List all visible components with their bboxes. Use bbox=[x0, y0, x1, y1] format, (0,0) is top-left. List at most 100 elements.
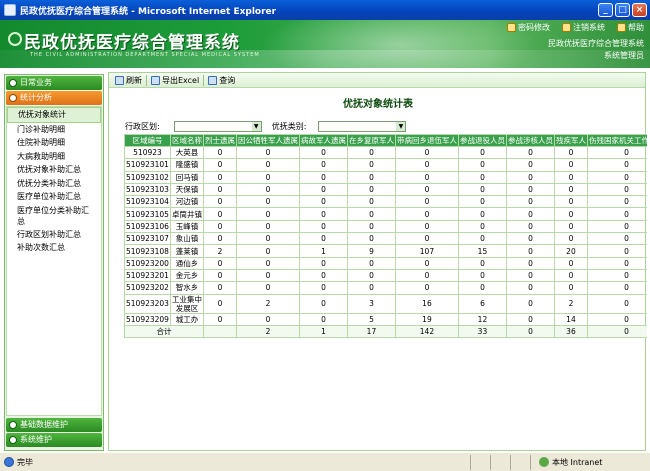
table-cell: 0 bbox=[586, 244, 647, 258]
table-cell: 0 bbox=[235, 281, 300, 295]
table-cell: 0 bbox=[235, 182, 300, 197]
help-link[interactable]: 帮助 bbox=[617, 22, 644, 33]
table-cell: 12 bbox=[457, 312, 507, 326]
export-excel-button[interactable]: 导出Excel bbox=[151, 75, 199, 86]
table-cell: 15 bbox=[457, 244, 507, 258]
nav-section-basic-data[interactable]: 基础数据维护 bbox=[6, 418, 102, 432]
table-cell: 0 bbox=[394, 207, 459, 221]
table-cell: 0 bbox=[505, 145, 555, 160]
nav-section-statistics[interactable]: 统计分析 bbox=[6, 91, 102, 105]
table-cell: 6 bbox=[457, 293, 507, 314]
table-cell: 0 bbox=[298, 232, 348, 246]
sidebar-item-region-summary[interactable]: 行政区划补助汇总 bbox=[7, 228, 101, 242]
table-cell: 0 bbox=[202, 312, 237, 326]
table-cell: 510923102 bbox=[124, 170, 171, 184]
table-cell: 0 bbox=[235, 312, 300, 326]
table-cell: 工业集中发展区 bbox=[169, 293, 204, 314]
main-panel: 刷新 导出Excel 查询 优抚对象统计表 行政区划: ▼ 优抚类别: ▼ 区域… bbox=[108, 72, 647, 451]
sidebar-item-medical-unit-category-summary[interactable]: 医疗单位分类补助汇总 bbox=[7, 204, 91, 228]
table-row: 510923102 回马镇 0 0 0 0 0 0 0 0 0 bbox=[124, 170, 647, 184]
table-row: 510923 大英县 0 0 0 0 0 0 0 0 0 bbox=[124, 145, 647, 160]
sidebar-item-major-illness-detail[interactable]: 大病救助明细 bbox=[7, 150, 101, 164]
table-cell: 510923107 bbox=[124, 232, 171, 246]
nav-section-system-maintenance[interactable]: 系统维护 bbox=[6, 433, 102, 447]
table-cell: 城工办 bbox=[169, 312, 204, 326]
table-cell: 通仙乡 bbox=[169, 256, 204, 270]
table-cell: 0 bbox=[553, 268, 588, 283]
table-row: 510923201 金元乡 0 0 0 0 0 0 0 0 0 bbox=[124, 268, 647, 283]
table-cell: 0 bbox=[505, 268, 555, 283]
minimize-button[interactable]: _ bbox=[598, 3, 613, 17]
sidebar-item-count-summary[interactable]: 补助次数汇总 bbox=[7, 241, 101, 255]
maximize-button[interactable]: □ bbox=[615, 3, 630, 17]
category-filter-label: 优抚类别: bbox=[271, 122, 307, 131]
table-cell: 0 bbox=[202, 170, 237, 184]
chevron-down-icon: ▼ bbox=[251, 122, 261, 131]
table-cell: 0 bbox=[553, 170, 588, 184]
table-cell: 0 bbox=[394, 170, 459, 184]
table-cell: 0 bbox=[394, 232, 459, 246]
region-select[interactable]: ▼ bbox=[173, 121, 262, 132]
table-cell: 0 bbox=[394, 195, 459, 209]
sidebar-item-outpatient-detail[interactable]: 门诊补助明细 bbox=[7, 123, 101, 137]
table-cell: 510923201 bbox=[124, 268, 171, 283]
table-cell: 0 bbox=[394, 182, 459, 197]
change-password-link[interactable]: 密码修改 bbox=[507, 22, 550, 33]
table-row: 510923103 天保镇 0 0 0 0 0 0 0 0 0 bbox=[124, 182, 647, 197]
logo-icon bbox=[8, 32, 22, 46]
sidebar-item-beneficiary-stats[interactable]: 优抚对象统计 bbox=[7, 107, 101, 123]
app-title: 民政优抚医疗综合管理系统 bbox=[24, 33, 240, 53]
table-row: 510923209 城工办 0 0 0 5 19 12 0 14 0 bbox=[124, 312, 647, 326]
table-cell: 0 bbox=[505, 293, 555, 314]
page-title: 优抚对象统计表 bbox=[343, 99, 413, 110]
table-cell: 510923106 bbox=[124, 219, 171, 234]
sidebar-item-category-summary[interactable]: 优抚分类补助汇总 bbox=[7, 177, 101, 191]
nav-section-daily-business[interactable]: 日常业务 bbox=[6, 76, 102, 90]
table-cell: 0 bbox=[586, 170, 647, 184]
logout-link[interactable]: 注销系统 bbox=[562, 22, 605, 33]
table-cell: 0 bbox=[298, 293, 348, 314]
table-cell: 0 bbox=[586, 293, 647, 314]
column-header: 烈士遗属 bbox=[202, 134, 237, 147]
table-cell: 2 bbox=[202, 244, 237, 258]
table-cell: 510923105 bbox=[124, 207, 171, 221]
table-cell: 0 bbox=[235, 244, 300, 258]
table-cell: 0 bbox=[235, 207, 300, 221]
table-cell: 0 bbox=[394, 145, 459, 160]
column-header: 因公牺牲军人遗属 bbox=[235, 134, 300, 147]
table-cell: 0 bbox=[298, 145, 348, 160]
table-cell: 0 bbox=[505, 232, 555, 246]
table-cell: 0 bbox=[553, 158, 588, 172]
sidebar-item-medical-unit-summary[interactable]: 医疗单位补助汇总 bbox=[7, 190, 101, 204]
table-cell: 0 bbox=[505, 170, 555, 184]
sidebar-item-inpatient-detail[interactable]: 住院补助明细 bbox=[7, 136, 101, 150]
refresh-button[interactable]: 刷新 bbox=[115, 75, 142, 86]
logout-icon bbox=[562, 23, 571, 32]
table-cell: 0 bbox=[457, 170, 507, 184]
table-cell: 0 bbox=[202, 293, 237, 314]
table-cell: 0 bbox=[298, 281, 348, 295]
table-cell: 0 bbox=[394, 268, 459, 283]
query-button[interactable]: 查询 bbox=[208, 75, 235, 86]
table-cell: 象山镇 bbox=[169, 232, 204, 246]
chevron-down-icon: ▼ bbox=[396, 122, 406, 131]
table-cell: 0 bbox=[298, 256, 348, 270]
table-cell: 0 bbox=[586, 158, 647, 172]
table-cell: 0 bbox=[346, 207, 396, 221]
close-button[interactable]: × bbox=[632, 3, 647, 17]
window-title: 民政优抚医疗综合管理系统 - Microsoft Internet Explor… bbox=[20, 6, 277, 17]
nav-list: 优抚对象统计 门诊补助明细 住院补助明细 大病救助明细 优抚对象补助汇总 优抚分… bbox=[6, 106, 102, 416]
sidebar: 日常业务 统计分析 优抚对象统计 门诊补助明细 住院补助明细 大病救助明细 优抚… bbox=[4, 74, 104, 451]
table-cell: 0 bbox=[553, 207, 588, 221]
table-cell: 0 bbox=[346, 170, 396, 184]
column-header: 区域名称 bbox=[169, 134, 204, 147]
category-select[interactable]: ▼ bbox=[318, 121, 407, 132]
ie-icon bbox=[4, 4, 16, 16]
table-cell: 0 bbox=[202, 256, 237, 270]
table-cell: 0 bbox=[505, 244, 555, 258]
table-cell: 0 bbox=[346, 281, 396, 295]
sidebar-item-beneficiary-summary[interactable]: 优抚对象补助汇总 bbox=[7, 163, 101, 177]
table-cell: 510923209 bbox=[124, 312, 171, 326]
table-cell: 0 bbox=[202, 268, 237, 283]
table-cell: 0 bbox=[553, 232, 588, 246]
